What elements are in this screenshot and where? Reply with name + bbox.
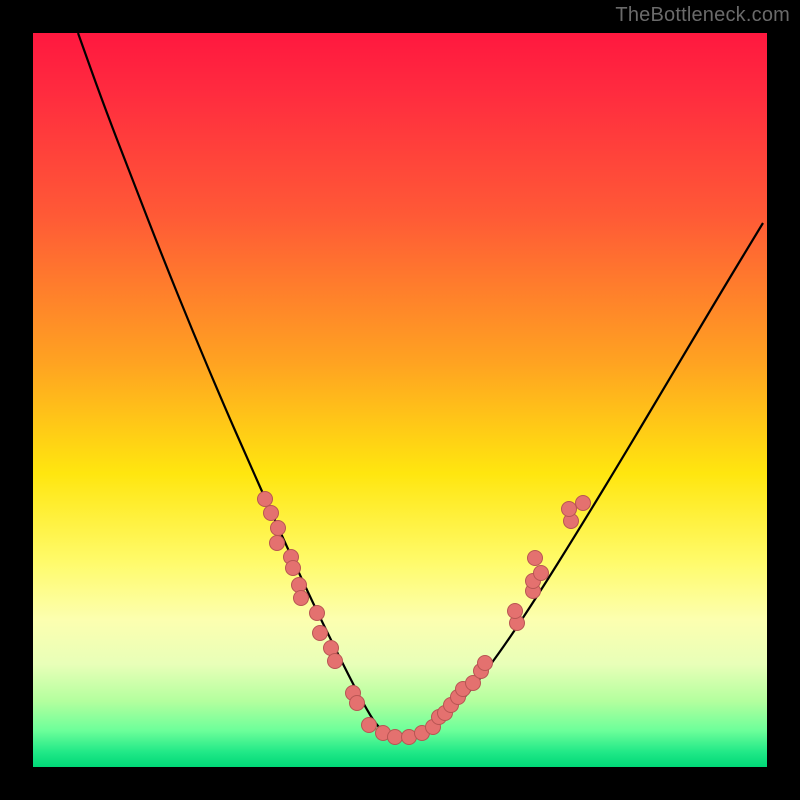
data-dot xyxy=(528,551,543,566)
data-dot xyxy=(388,730,403,745)
data-dot xyxy=(562,502,577,517)
watermark-text: TheBottleneck.com xyxy=(615,4,790,27)
data-dot xyxy=(313,626,328,641)
data-dot xyxy=(271,521,286,536)
data-dot xyxy=(270,536,285,551)
data-dot xyxy=(534,566,549,581)
data-dot xyxy=(286,561,301,576)
data-dots xyxy=(258,492,591,745)
plot-area xyxy=(33,33,767,767)
data-dot xyxy=(258,492,273,507)
data-dot xyxy=(508,604,523,619)
data-dot xyxy=(576,496,591,511)
data-dot xyxy=(294,591,309,606)
bottleneck-curve xyxy=(78,33,763,737)
data-dot xyxy=(350,696,365,711)
curve-layer xyxy=(33,33,767,767)
data-dot xyxy=(478,656,493,671)
data-dot xyxy=(328,654,343,669)
data-dot xyxy=(362,718,377,733)
data-dot xyxy=(292,578,307,593)
data-dot xyxy=(310,606,325,621)
data-dot xyxy=(264,506,279,521)
chart-stage: TheBottleneck.com xyxy=(0,0,800,800)
